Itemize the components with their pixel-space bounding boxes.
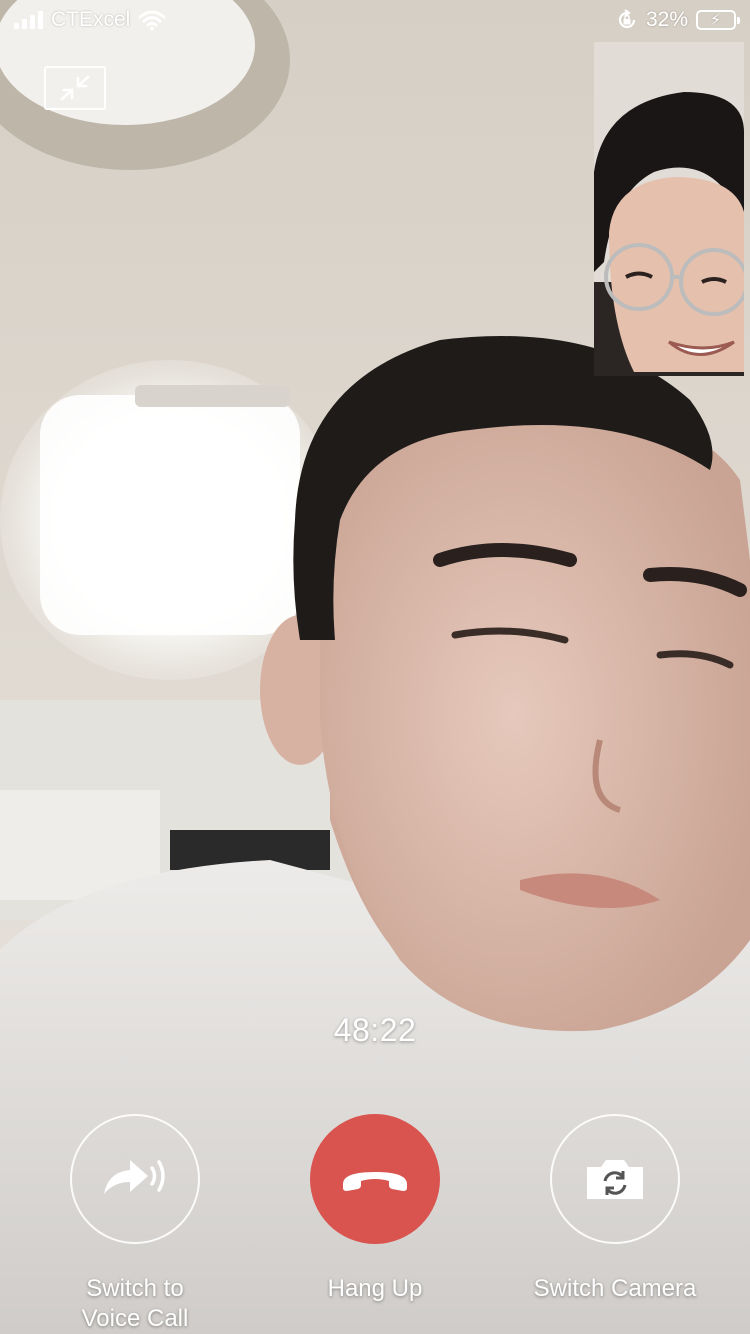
wifi-icon [138,10,166,31]
switch-to-voice-label-line1: Switch to [86,1275,184,1302]
switch-to-voice-control: Switch to Voice Call [15,1114,255,1334]
hang-up-button[interactable] [310,1114,440,1244]
status-bar-left: CTExcel [14,8,166,32]
switch-camera-label: Switch Camera [533,1275,697,1302]
battery-icon: ⚡ [696,10,740,30]
hang-up-control: Hang Up [255,1114,495,1304]
status-bar-right: 32% ⚡ [616,8,740,32]
minimize-video-button[interactable] [44,66,106,110]
status-bar: CTExcel 32% ⚡ [0,0,750,40]
hang-up-label: Hang Up [327,1275,423,1302]
charging-bolt-icon: ⚡ [710,12,722,29]
minimize-video-icon [60,75,90,101]
self-preview-illustration [594,42,744,376]
switch-camera-button[interactable] [550,1114,680,1244]
switch-to-voice-label: Switch to Voice Call [82,1274,189,1334]
rotation-lock-icon [618,9,636,29]
battery-percent: 32% [645,8,688,31]
signal-strength-icon [14,11,43,29]
hang-up-icon [343,1172,407,1191]
switch-camera-control: Switch Camera [495,1114,735,1304]
switch-to-voice-button[interactable] [70,1114,200,1244]
switch-to-voice-label-line2: Voice Call [81,1305,189,1332]
carrier-name: CTExcel [51,8,131,31]
self-video-preview[interactable] [594,42,744,376]
call-duration: 48:22 [333,1012,417,1048]
switch-camera-icon [587,1160,643,1199]
switch-to-voice-icon [104,1160,165,1194]
